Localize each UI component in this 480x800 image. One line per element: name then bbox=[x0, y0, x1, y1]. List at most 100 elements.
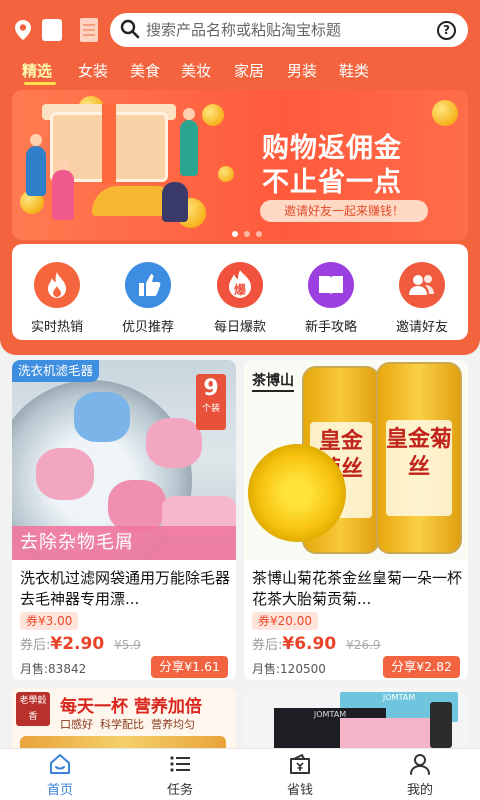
banner-pagination bbox=[232, 222, 268, 241]
bottom-navigation: 首页 任务 省钱 我的 bbox=[0, 748, 480, 800]
banner-subheadline: 不止省一点 bbox=[262, 167, 402, 198]
product-card[interactable]: 老學穀香 每天一杯 营养加倍 口感好 科学配比 营养均匀 bbox=[12, 688, 236, 748]
search-bar[interactable]: ? bbox=[110, 13, 468, 47]
after-coupon-price: 券后:¥6.90 ¥26.9 bbox=[252, 634, 381, 654]
quick-action-label: 每日爆款 bbox=[213, 320, 266, 335]
tab-mens[interactable]: 男装 bbox=[287, 60, 317, 81]
search-input[interactable] bbox=[146, 13, 426, 47]
person-illustration bbox=[26, 146, 46, 196]
users-icon bbox=[399, 262, 445, 308]
count-badge: 9 个装 bbox=[196, 374, 226, 430]
person-head bbox=[183, 108, 195, 120]
quick-action-recommend[interactable]: 优贝推荐 bbox=[107, 262, 189, 335]
brand-logo: 老學穀香 bbox=[16, 692, 50, 726]
pagination-dot[interactable] bbox=[232, 231, 238, 237]
gift-ribbon bbox=[102, 104, 116, 184]
filter-pink bbox=[108, 480, 166, 532]
nav-label: 首页 bbox=[46, 783, 73, 798]
after-coupon-price: 券后:¥2.90 ¥5.9 bbox=[20, 634, 141, 654]
clipboard-icon[interactable] bbox=[42, 19, 62, 41]
product-name: 茶博山菊花茶金丝皇菊一朵一杯花茶大胎菊贡菊... bbox=[252, 569, 463, 608]
product-image: 茶博山 皇金菊丝 皇金菊丝 bbox=[244, 360, 468, 560]
after-coupon-label: 券后: bbox=[20, 638, 51, 653]
original-price: ¥26.9 bbox=[346, 638, 381, 652]
quick-action-daily-hits[interactable]: 爆 每日爆款 bbox=[199, 262, 281, 335]
home-icon bbox=[48, 753, 72, 775]
after-coupon-label: 券后: bbox=[252, 638, 283, 653]
category-tabs: 精选 女装 美食 美妆 家居 男装 鞋类 bbox=[0, 56, 480, 86]
product-card[interactable]: JOMTAM JOMTAM bbox=[244, 688, 468, 748]
product-image: 洗衣机滤毛器 9 个装 去除杂物毛屑 bbox=[12, 360, 236, 560]
coin-decoration bbox=[202, 104, 224, 126]
tab-home[interactable]: 家居 bbox=[234, 60, 264, 81]
product-card[interactable]: 茶博山 皇金菊丝 皇金菊丝 茶博山菊花茶金丝皇菊一朵一杯花茶大胎菊贡菊... 券… bbox=[244, 360, 468, 680]
coin-decoration bbox=[218, 166, 234, 182]
quick-action-label: 新手攻略 bbox=[304, 320, 357, 335]
pagination-dot[interactable] bbox=[256, 231, 262, 237]
burst-glyph: 爆 bbox=[234, 282, 247, 297]
person-illustration bbox=[162, 182, 188, 222]
nav-label: 省钱 bbox=[286, 783, 313, 798]
promo-subline: 口感好 科学配比 营养均匀 bbox=[60, 718, 195, 731]
nav-label: 我的 bbox=[406, 783, 433, 798]
person-head bbox=[30, 134, 42, 146]
share-button[interactable]: 分享¥2.82 bbox=[383, 656, 460, 678]
brand-logo: 茶博山 bbox=[252, 370, 294, 392]
tab-featured[interactable]: 精选 bbox=[22, 60, 52, 81]
monthly-sales: 月售:120500 bbox=[252, 662, 326, 676]
product-tag: 洗衣机滤毛器 bbox=[12, 360, 100, 382]
wallet-icon bbox=[288, 753, 312, 775]
count-badge-number: 9 bbox=[203, 376, 219, 401]
mask-pack bbox=[340, 718, 440, 748]
monthly-sales: 月售:83842 bbox=[20, 662, 87, 676]
tab-food[interactable]: 美食 bbox=[130, 60, 160, 81]
tab-womens[interactable]: 女装 bbox=[78, 60, 108, 81]
quick-action-invite[interactable]: 邀请好友 bbox=[381, 262, 463, 335]
pagination-dot[interactable] bbox=[244, 231, 250, 237]
quick-action-hot-sales[interactable]: 实时热销 bbox=[16, 262, 98, 335]
quick-action-label: 优贝推荐 bbox=[121, 320, 174, 335]
filter-pink bbox=[146, 418, 202, 468]
filter-pink bbox=[36, 448, 94, 500]
share-button[interactable]: 分享¥1.61 bbox=[151, 656, 228, 678]
nav-profile[interactable]: 我的 bbox=[380, 753, 460, 798]
promo-banner[interactable]: 购物返佣金 不止省一点 邀请好友一起来赚钱！ bbox=[12, 90, 468, 240]
nav-home[interactable]: 首页 bbox=[20, 753, 100, 798]
original-price: ¥5.9 bbox=[114, 638, 141, 652]
product-card[interactable]: 洗衣机滤毛器 9 个装 去除杂物毛屑 洗衣机过滤网袋通用万能除毛器去毛神器专用漂… bbox=[12, 360, 236, 680]
serum-bottle bbox=[430, 702, 452, 748]
tea-jar: 皇金菊丝 bbox=[376, 362, 462, 554]
document-icon[interactable] bbox=[80, 18, 98, 42]
user-icon bbox=[408, 753, 432, 775]
flame-icon bbox=[34, 262, 80, 308]
count-badge-unit: 个装 bbox=[201, 404, 220, 414]
brand-logo: JOMTAM bbox=[382, 693, 416, 702]
quick-action-label: 邀请好友 bbox=[395, 320, 448, 335]
nav-label: 任务 bbox=[166, 783, 193, 798]
tab-beauty[interactable]: 美妆 bbox=[181, 60, 211, 81]
price: ¥6.90 bbox=[282, 634, 337, 654]
search-icon bbox=[120, 19, 140, 39]
product-can bbox=[20, 736, 226, 748]
nav-tasks[interactable]: 任务 bbox=[140, 753, 220, 798]
list-icon bbox=[168, 753, 192, 775]
book-icon bbox=[308, 262, 354, 308]
promo-headline: 每天一杯 营养加倍 bbox=[60, 697, 202, 717]
person-illustration bbox=[180, 120, 198, 176]
price: ¥2.90 bbox=[50, 634, 105, 654]
active-tab-indicator bbox=[24, 82, 56, 85]
nav-save-money[interactable]: 省钱 bbox=[260, 753, 340, 798]
person-illustration bbox=[52, 170, 74, 220]
quick-action-label: 实时热销 bbox=[30, 320, 83, 335]
tab-shoes[interactable]: 鞋类 bbox=[339, 60, 369, 81]
jar-label: 皇金菊丝 bbox=[386, 420, 452, 516]
person-head bbox=[57, 158, 69, 170]
product-name: 洗衣机过滤网袋通用万能除毛器去毛神器专用漂... bbox=[20, 569, 231, 608]
help-icon[interactable]: ? bbox=[437, 21, 456, 40]
location-pin-icon[interactable] bbox=[12, 19, 34, 41]
top-bar: ? bbox=[0, 10, 480, 50]
quick-action-guide[interactable]: 新手攻略 bbox=[290, 262, 372, 335]
product-image: 老學穀香 每天一杯 营养加倍 口感好 科学配比 营养均匀 bbox=[12, 688, 236, 748]
coupon-badge: 券¥20.00 bbox=[252, 612, 318, 630]
coupon-badge: 券¥3.00 bbox=[20, 612, 79, 630]
